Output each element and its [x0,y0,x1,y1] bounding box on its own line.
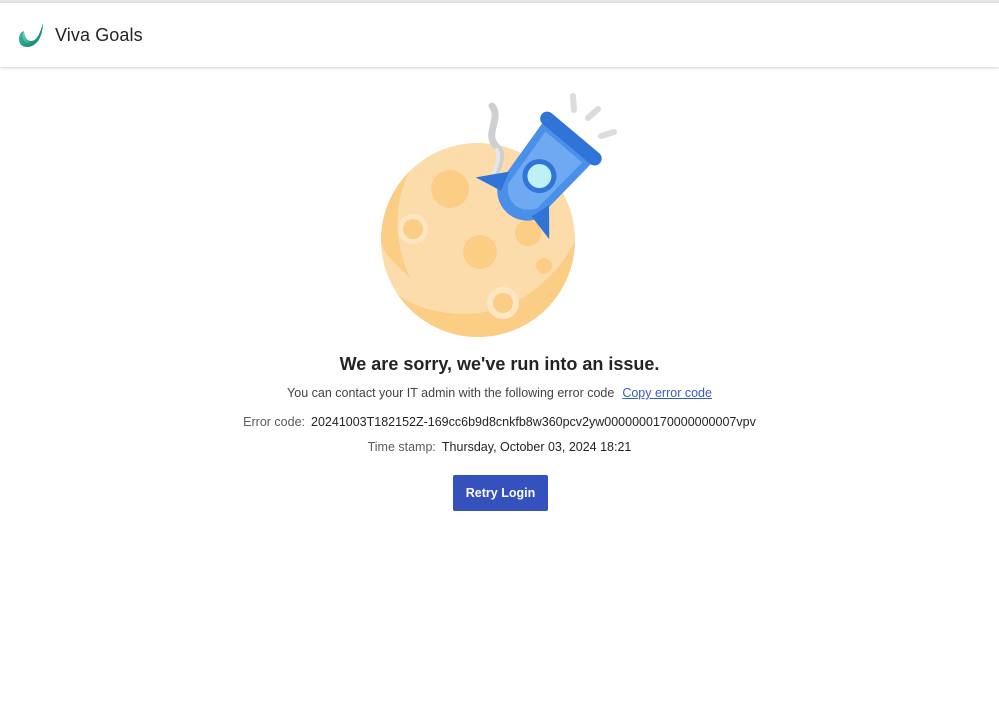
moon-rocket-crash-illustration [381,93,617,338]
timestamp-value: Thursday, October 03, 2024 18:21 [441,440,632,454]
viva-goals-logo-icon[interactable] [18,22,45,49]
error-code-label: Error code: [243,415,306,429]
app-title: Viva Goals [55,24,143,45]
timestamp-label: Time stamp: [367,440,436,454]
timestamp-row: Time stamp: Thursday, October 03, 2024 18… [0,440,999,454]
app-header: Viva Goals [0,3,999,67]
error-code-value: 20241003T182152Z-169cc6b9d8cnkfb8w360pcv… [311,415,756,429]
contact-admin-text: You can contact your IT admin with the f… [0,386,999,400]
retry-login-button[interactable]: Retry Login [453,475,548,511]
error-heading: We are sorry, we've run into an issue. [339,354,660,374]
copy-error-code-link[interactable]: Copy error code [622,386,712,400]
contact-admin-label: You can contact your IT admin with the f… [287,386,615,400]
error-code-row: Error code: 20241003T182152Z-169cc6b9d8cn… [0,415,999,429]
